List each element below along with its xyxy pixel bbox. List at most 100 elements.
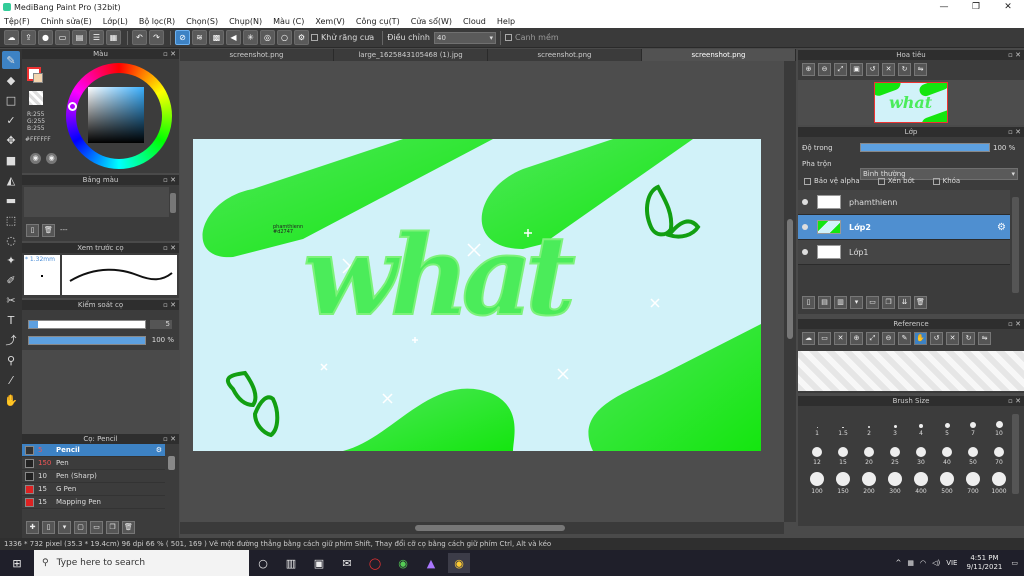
actual-size-icon[interactable]: ▣ [850, 62, 863, 76]
brush-size-option[interactable]: 12 [804, 439, 830, 466]
reset-icon[interactable]: ✕ [946, 331, 959, 345]
menu-window[interactable]: Cửa sổ(W) [411, 17, 452, 26]
brush-size-option[interactable]: 150 [830, 468, 856, 495]
tab-screenshot-1[interactable]: screenshot.png [180, 49, 334, 61]
settings-icon[interactable]: ⚙ [294, 30, 309, 45]
select-pen-icon[interactable]: ✐ [2, 271, 20, 289]
fit-icon[interactable]: ⤢ [834, 62, 847, 76]
eyedropper-icon[interactable]: ✎ [898, 331, 911, 345]
menu-tools[interactable]: Công cụ(T) [356, 17, 400, 26]
eye-icon[interactable] [802, 199, 808, 205]
brush-size-option[interactable]: 300 [882, 468, 908, 495]
copy-brush-icon[interactable]: ▢ [74, 520, 87, 534]
upload-icon[interactable]: ⇪ [21, 30, 36, 45]
mail-icon[interactable]: ✉ [336, 553, 358, 573]
eye-icon[interactable] [802, 224, 808, 230]
brush-size-option[interactable]: 700 [960, 468, 986, 495]
target-icon[interactable]: ◎ [260, 30, 275, 45]
vertical-scroll-thumb[interactable] [787, 219, 793, 339]
layer-list-scrollbar[interactable] [1012, 197, 1019, 293]
menu-layer[interactable]: Lớp(L) [103, 17, 128, 26]
rotate-left-icon[interactable]: ↺ [866, 62, 879, 76]
eraser-tool-icon[interactable]: ◆ [2, 71, 20, 89]
chat-icon[interactable]: ▭ [55, 30, 70, 45]
menu-edit[interactable]: Chỉnh sửa(E) [41, 17, 92, 26]
menu-color[interactable]: Màu (C) [273, 17, 304, 26]
list-icon[interactable]: ☰ [89, 30, 104, 45]
divide-tool-icon[interactable]: ⁄ [2, 371, 20, 389]
menu-select[interactable]: Chọn(S) [186, 17, 218, 26]
brush-size-option[interactable]: 70 [986, 439, 1012, 466]
table-icon[interactable]: ▦ [106, 30, 121, 45]
new-layer-icon[interactable]: ▯ [802, 295, 815, 309]
select-tool-icon[interactable]: ⬚ [2, 211, 20, 229]
saturation-square[interactable] [88, 87, 144, 143]
brush-size-option[interactable]: 10 [986, 410, 1012, 437]
duplicate-icon[interactable]: ❐ [106, 520, 119, 534]
navigator-preview[interactable]: what [798, 80, 1024, 125]
gear-icon[interactable]: ⚙ [156, 446, 162, 454]
select-eraser-icon[interactable]: ✂ [2, 291, 20, 309]
brush-item-pencil[interactable]: 5 Pencil ⚙ [22, 444, 165, 457]
close-button[interactable]: ✕ [992, 2, 1024, 12]
text-tool-icon[interactable]: T [2, 311, 20, 329]
new-layer-1bit-icon[interactable]: ▥ [834, 295, 847, 309]
network-icon[interactable]: ▦ [907, 559, 914, 567]
open-reference-icon[interactable]: ☁ [802, 331, 815, 345]
brush-size-option[interactable]: 20 [856, 439, 882, 466]
close-icon[interactable]: ▫ ✕ [163, 49, 176, 59]
layer-opacity-slider[interactable] [860, 143, 990, 152]
eye-icon[interactable] [802, 249, 808, 255]
comment-icon[interactable]: ● [38, 30, 53, 45]
task-view-icon[interactable]: ▥ [280, 553, 302, 573]
trash-icon[interactable]: 🗑 [914, 295, 927, 309]
brush-size-scrollbar[interactable] [1012, 414, 1019, 494]
magic-wand-icon[interactable]: ✦ [2, 251, 20, 269]
close-icon[interactable]: ▫ ✕ [163, 434, 176, 444]
brush-menu-icon[interactable]: ▯ [42, 520, 55, 534]
folder-icon[interactable]: ▭ [90, 520, 103, 534]
brush-item-g-pen[interactable]: 15 G Pen [22, 483, 165, 496]
wifi-icon[interactable]: ◠ [920, 559, 926, 567]
brush-size-option[interactable]: 25 [882, 439, 908, 466]
brush-size-option[interactable]: 7 [960, 410, 986, 437]
horizontal-scrollbar[interactable] [180, 522, 784, 534]
size-value[interactable]: 5 [150, 320, 172, 329]
chrome-icon[interactable]: ◉ [448, 553, 470, 573]
menu-file[interactable]: Tệp(F) [4, 17, 30, 26]
brush-size-option[interactable]: 1.5 [830, 410, 856, 437]
zoom-out-icon[interactable]: ⊖ [882, 331, 895, 345]
sparkle-icon[interactable]: ✳ [243, 30, 258, 45]
brush-size-option[interactable]: 2 [856, 410, 882, 437]
flip-icon[interactable]: ⇋ [914, 62, 927, 76]
brush-size-option[interactable]: 50 [960, 439, 986, 466]
transparent-color-swatch[interactable] [29, 91, 43, 105]
new-layer-halftone-icon[interactable]: ▤ [818, 295, 831, 309]
picker-icon[interactable]: ◉ [46, 153, 57, 164]
protect-alpha-checkbox[interactable] [804, 177, 811, 185]
trash-icon[interactable]: 🗑 [42, 223, 55, 237]
close-icon[interactable]: ▫ ✕ [163, 175, 176, 185]
brush-list-scrollbar[interactable] [168, 456, 175, 470]
antialias-checkbox[interactable] [311, 34, 318, 41]
brush-size-option[interactable]: 4 [908, 410, 934, 437]
chevron-up-icon[interactable]: ^ [895, 559, 901, 567]
close-icon[interactable]: ▫ ✕ [163, 243, 176, 253]
rotate-right-icon[interactable]: ↻ [962, 331, 975, 345]
layer-item-phamthienn[interactable]: phamthienn [798, 190, 1010, 215]
tab-large-jpg[interactable]: large_1625843105468 (1).jpg [334, 49, 488, 61]
flip-icon[interactable]: ⇋ [978, 331, 991, 345]
brush-item-pen-sharp[interactable]: 10 Pen (Sharp) [22, 470, 165, 483]
menu-snap[interactable]: Chụp(N) [229, 17, 262, 26]
reset-icon[interactable]: ✕ [882, 62, 895, 76]
pen-tool-icon[interactable]: ✓ [2, 111, 20, 129]
close-reference-icon[interactable]: ✕ [834, 331, 847, 345]
fit-icon[interactable]: ⤢ [866, 331, 879, 345]
layer-dropdown-icon[interactable]: ▾ [850, 295, 863, 309]
menu-view[interactable]: Xem(V) [315, 17, 345, 26]
close-icon[interactable]: ▫ ✕ [1008, 127, 1021, 137]
drawing-canvas[interactable]: what phamthienn #d2747 [193, 139, 761, 451]
hand-tool-icon[interactable]: ✋ [2, 391, 20, 409]
move-tool-icon[interactable]: ✥ [2, 131, 20, 149]
brush-size-option[interactable]: 40 [934, 439, 960, 466]
